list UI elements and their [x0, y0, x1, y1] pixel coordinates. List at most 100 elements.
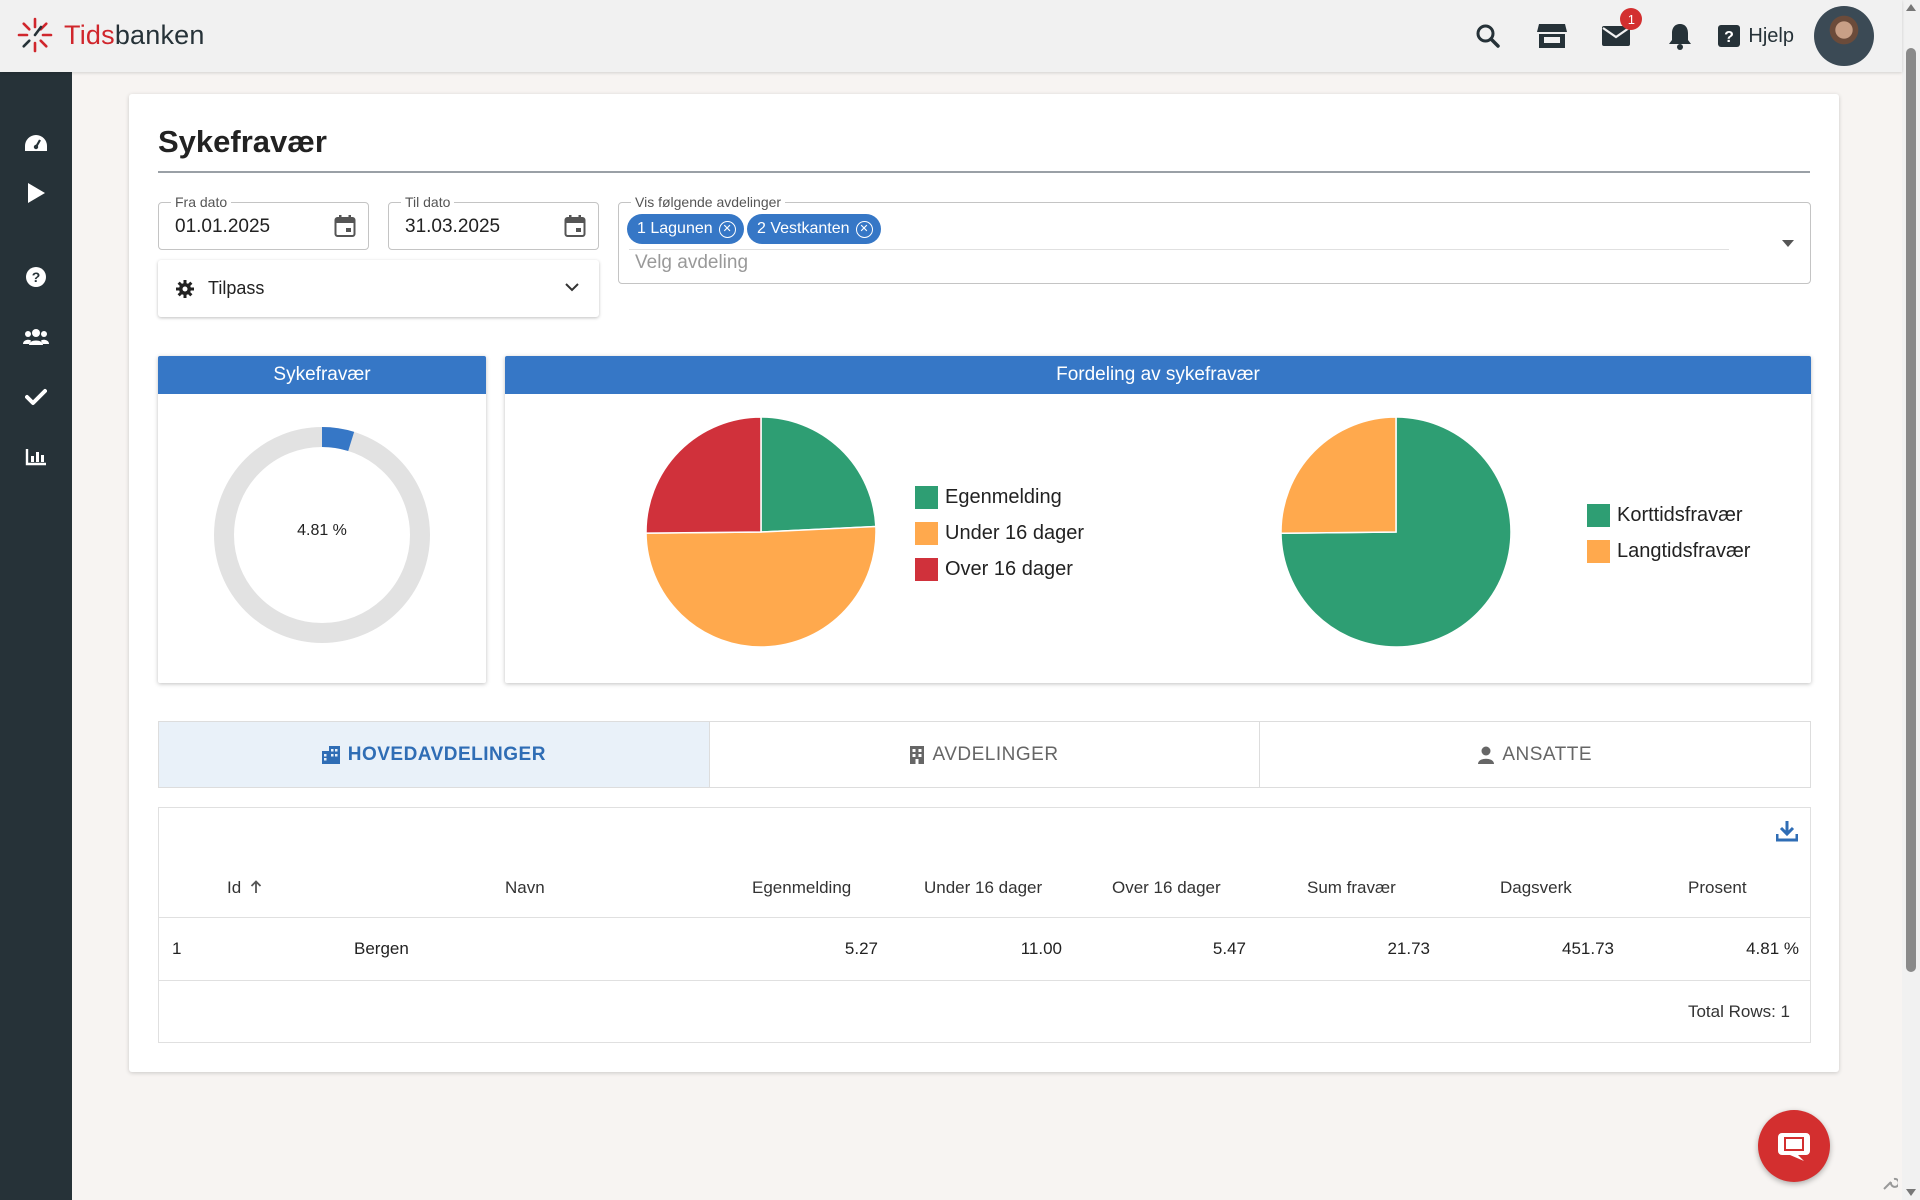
legend-swatch: [915, 558, 938, 581]
gear-icon: [176, 280, 194, 298]
column-header-under16[interactable]: Under 16 dager: [924, 878, 1042, 898]
chip-remove-icon[interactable]: ✕: [718, 220, 736, 238]
chip-remove-icon[interactable]: ✕: [855, 220, 873, 238]
logo[interactable]: Tidsbanken: [16, 16, 205, 54]
to-date-field[interactable]: Til dato 31.03.2025: [388, 194, 599, 250]
sickleave-donut-chart: 4.81 %: [214, 427, 430, 643]
distribution-panel-title: Fordeling av sykefravær: [505, 356, 1811, 394]
from-date-field[interactable]: Fra dato 01.01.2025: [158, 194, 369, 250]
column-header-id[interactable]: Id: [227, 878, 262, 898]
calendar-icon[interactable]: [334, 214, 356, 243]
scroll-up-icon[interactable]: [1906, 4, 1916, 11]
chevron-down-icon: [565, 283, 579, 292]
person-icon: [1478, 746, 1495, 764]
chart-icon[interactable]: [0, 432, 72, 482]
customize-dropdown[interactable]: Tilpass: [158, 260, 599, 317]
column-header-dagsverk[interactable]: Dagsverk: [1500, 878, 1572, 898]
column-header-over16[interactable]: Over 16 dager: [1112, 878, 1221, 898]
users-icon[interactable]: [0, 312, 72, 362]
column-header-name[interactable]: Navn: [505, 878, 545, 898]
legend-label: Korttidsfravær: [1617, 504, 1743, 526]
from-date-value[interactable]: 01.01.2025: [175, 216, 270, 238]
wrench-icon[interactable]: [1882, 1175, 1900, 1196]
cell-over16: 5.47: [1212, 939, 1246, 958]
duration-legend: Korttidsfravær Langtidsfravær: [1587, 504, 1750, 563]
cell-prosent: 4.81 %: [1746, 939, 1799, 958]
mail-badge: 1: [1620, 8, 1643, 30]
column-header-sum[interactable]: Sum fravær: [1307, 878, 1396, 898]
cell-sum: 21.73: [1387, 939, 1430, 958]
tab-hovedavdelinger[interactable]: HOVEDAVDELINGER: [159, 722, 710, 787]
column-header-egenmelding[interactable]: Egenmelding: [752, 878, 851, 898]
duration-slice-langtidsfrav-r[interactable]: [1280, 416, 1397, 535]
donut-value-arc: [321, 427, 355, 452]
chip-label: 2 Vestkanten: [757, 220, 850, 237]
departments-placeholder[interactable]: Velg avdeling: [635, 252, 748, 274]
dashboard-icon[interactable]: [0, 118, 72, 168]
table-row[interactable]: 1 Bergen 5.27 11.00 5.47 21.73 451.73 4.…: [159, 918, 1810, 981]
departments-label: Vis følgende avdelinger: [631, 194, 786, 210]
sickleave-panel: Sykefravær 4.81 %: [158, 356, 486, 683]
download-icon[interactable]: [1775, 820, 1799, 847]
avatar[interactable]: [1814, 6, 1874, 66]
data-table: Id Navn Egenmelding Under 16 dager Over …: [158, 807, 1811, 1043]
chip-label: 1 Lagunen: [637, 220, 713, 237]
tab-avdelinger[interactable]: AVDELINGER: [710, 722, 1261, 787]
tab-label: HOVEDAVDELINGER: [347, 743, 546, 765]
legend-swatch: [1587, 540, 1610, 563]
search-icon[interactable]: [1456, 0, 1520, 72]
legend-label: Langtidsfravær: [1617, 540, 1751, 562]
legend-label: Under 16 dager: [945, 522, 1084, 544]
logo-text: Tidsbanken: [64, 19, 205, 50]
department-chip[interactable]: 2 Vestkanten ✕: [747, 214, 881, 244]
distribution-slice-under-16-dager[interactable]: [645, 525, 877, 648]
legend-item: Langtidsfravær: [1587, 540, 1750, 563]
total-rows: Total Rows: 1: [1687, 1002, 1790, 1021]
chat-button[interactable]: [1758, 1110, 1830, 1182]
tab-label: ANSATTE: [1502, 743, 1593, 765]
column-header-prosent[interactable]: Prosent: [1688, 878, 1747, 898]
tab-ansatte[interactable]: ANSATTE: [1260, 722, 1810, 787]
page-title: Sykefravær: [158, 124, 327, 159]
check-icon[interactable]: [0, 372, 72, 422]
title-divider: [158, 171, 1810, 173]
building-grid-icon: [321, 745, 340, 764]
select-divider: [629, 249, 1729, 250]
department-chip[interactable]: 1 Lagunen ✕: [627, 214, 744, 244]
table-header: Id Navn Egenmelding Under 16 dager Over …: [159, 858, 1810, 918]
distribution-slice-over-16-dager[interactable]: [645, 416, 762, 534]
bell-icon[interactable]: [1648, 0, 1712, 72]
svg-text:?: ?: [1725, 29, 1735, 46]
cell-under16: 11.00: [1020, 939, 1062, 958]
scrollbar[interactable]: [1902, 0, 1920, 1200]
mail-icon[interactable]: 1: [1584, 0, 1648, 72]
departments-select[interactable]: Vis følgende avdelinger 1 Lagunen ✕ 2 Ve…: [618, 194, 1811, 284]
help-circle-icon[interactable]: ?: [0, 252, 72, 302]
legend-swatch: [915, 486, 938, 509]
cell-egenmelding: 5.27: [844, 939, 878, 958]
logo-icon: [17, 17, 53, 53]
help-button[interactable]: ? Hjelp: [1718, 25, 1794, 48]
legend-item: Under 16 dager: [915, 522, 1084, 545]
legend-label: Over 16 dager: [945, 558, 1073, 580]
caret-down-icon[interactable]: [1782, 240, 1794, 247]
help-label: Hjelp: [1748, 24, 1794, 47]
view-tabs: HOVEDAVDELINGER AVDELINGER ANSATTE: [158, 721, 1811, 788]
play-icon[interactable]: [0, 168, 72, 218]
legend-item: Korttidsfravær: [1587, 504, 1750, 527]
cell-name: Bergen: [354, 939, 409, 958]
duration-pie-chart: [1280, 416, 1512, 648]
top-bar: Tidsbanken 1 ? Hjelp: [0, 0, 1902, 72]
svg-text:?: ?: [32, 269, 41, 285]
tab-label: AVDELINGER: [932, 743, 1059, 765]
sort-arrow-up-icon: [250, 880, 262, 893]
building-icon: [910, 745, 925, 764]
distribution-slice-egenmelding[interactable]: [760, 416, 877, 533]
cell-id: 1: [172, 939, 182, 958]
to-date-value[interactable]: 31.03.2025: [405, 216, 500, 238]
help-icon: ?: [1718, 25, 1741, 47]
calendar-icon[interactable]: [564, 214, 586, 243]
scrollbar-thumb[interactable]: [1906, 48, 1916, 972]
store-icon[interactable]: [1520, 0, 1584, 72]
scroll-down-icon[interactable]: [1906, 1189, 1916, 1196]
